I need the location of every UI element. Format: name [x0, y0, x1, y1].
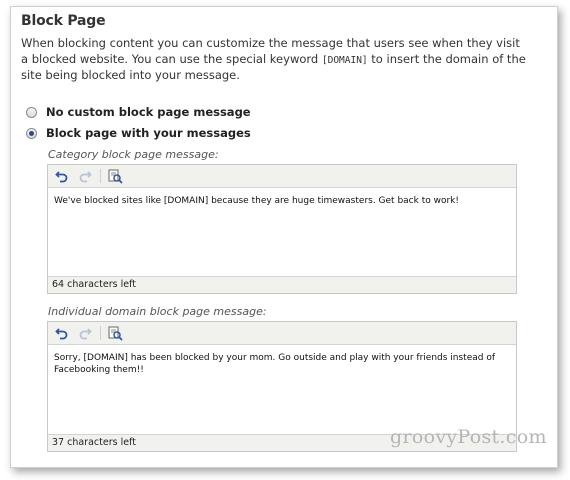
- spellcheck-icon[interactable]: [107, 325, 123, 341]
- radio-block-page-with-messages[interactable]: [26, 127, 37, 139]
- category-editor-label: Category block page message:: [48, 148, 219, 161]
- radio-no-custom-message[interactable]: [26, 106, 37, 118]
- undo-icon[interactable]: [54, 325, 70, 341]
- category-character-counter: 64 characters left: [48, 276, 516, 293]
- toolbar-separator: [100, 326, 101, 340]
- watermark-text: groovyPost.com: [390, 426, 547, 448]
- redo-icon[interactable]: [77, 168, 93, 184]
- spellcheck-icon[interactable]: [107, 168, 123, 184]
- toolbar-separator: [100, 169, 101, 183]
- domain-keyword: [DOMAIN]: [321, 54, 368, 66]
- domain-editor-label: Individual domain block page message:: [48, 305, 267, 318]
- option-label: Block page with your messages: [46, 126, 251, 140]
- section-title: Block Page: [21, 13, 106, 29]
- option-label: No custom block page message: [46, 105, 251, 119]
- option-no-custom-message[interactable]: No custom block page message: [26, 105, 251, 119]
- domain-message-text[interactable]: Sorry, [DOMAIN] has been blocked by your…: [48, 345, 516, 383]
- category-message-editor: We've blocked sites like [DOMAIN] becaus…: [47, 164, 517, 294]
- redo-icon[interactable]: [77, 325, 93, 341]
- editor-toolbar: [48, 322, 516, 345]
- option-block-page-with-messages[interactable]: Block page with your messages: [26, 126, 251, 140]
- undo-icon[interactable]: [54, 168, 70, 184]
- category-message-text[interactable]: We've blocked sites like [DOMAIN] becaus…: [48, 188, 516, 214]
- section-description: When blocking content you can customize …: [21, 36, 526, 84]
- editor-toolbar: [48, 165, 516, 188]
